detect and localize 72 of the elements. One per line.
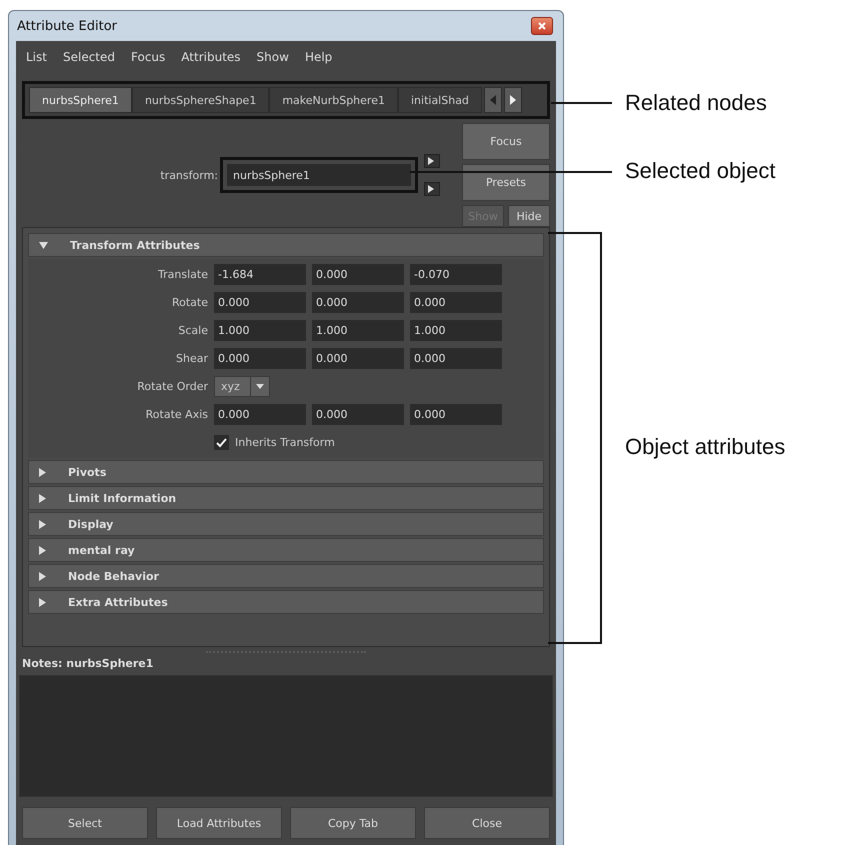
callout-label: Selected object xyxy=(625,158,776,184)
section-header[interactable]: Node Behavior xyxy=(28,564,544,588)
value-field[interactable]: 0.000 xyxy=(312,348,404,369)
output-node-button[interactable] xyxy=(424,182,440,196)
attribute-label: Scale xyxy=(177,324,208,337)
rotate-order-dropdown[interactable]: xyz xyxy=(214,376,270,397)
right-arrow-icon xyxy=(510,95,516,105)
left-arrow-icon xyxy=(490,95,496,105)
node-tab[interactable]: nurbsSphere1 xyxy=(29,87,132,113)
value-field[interactable]: 0.000 xyxy=(312,264,404,285)
callout-label: Related nodes xyxy=(625,90,767,116)
expand-triangle-icon xyxy=(39,494,46,502)
value-field[interactable]: 0.000 xyxy=(214,348,306,369)
attribute-label: Shear xyxy=(175,352,208,365)
value-field[interactable]: 0.000 xyxy=(312,404,404,425)
node-tab[interactable]: initialShad xyxy=(398,87,482,113)
collapse-triangle-icon xyxy=(39,242,48,248)
menu-item[interactable]: Show xyxy=(256,50,289,64)
menu-item[interactable]: Attributes xyxy=(181,50,241,64)
panel-button[interactable]: Hide xyxy=(508,205,550,227)
menu-item[interactable]: Help xyxy=(304,50,332,64)
expand-triangle-icon xyxy=(39,546,46,554)
close-button[interactable] xyxy=(531,17,553,35)
value-field[interactable]: 0.000 xyxy=(312,292,404,313)
section-header[interactable]: Pivots xyxy=(28,460,544,484)
value-field[interactable]: -1.684 xyxy=(214,264,306,285)
close-icon xyxy=(538,22,546,30)
value-field[interactable]: 1.000 xyxy=(312,320,404,341)
value-field[interactable]: -0.070 xyxy=(410,264,502,285)
value-field[interactable]: 0.000 xyxy=(410,404,502,425)
arrow-icon xyxy=(428,185,436,193)
footer-button[interactable]: Close xyxy=(424,807,550,839)
footer-button[interactable]: Select xyxy=(22,807,148,839)
attribute-label: Rotate Axis xyxy=(144,408,208,421)
scroll-right-button[interactable] xyxy=(504,87,522,113)
expand-triangle-icon xyxy=(39,572,46,580)
attribute-label: Translate xyxy=(157,268,208,281)
node-tab[interactable]: makeNurbSphere1 xyxy=(269,87,398,113)
notes-label: Notes: nurbsSphere1 xyxy=(22,657,154,672)
expand-triangle-icon xyxy=(39,598,46,606)
menu-item[interactable]: List xyxy=(26,50,47,64)
section-header[interactable]: Limit Information xyxy=(28,486,544,510)
section-header[interactable]: Transform Attributes xyxy=(28,233,544,257)
section-header[interactable]: mental ray xyxy=(28,538,544,562)
section-header[interactable]: Extra Attributes xyxy=(28,590,544,614)
caret-icon xyxy=(256,384,264,389)
footer-button[interactable]: Copy Tab xyxy=(290,807,416,839)
value-field[interactable]: 0.000 xyxy=(410,292,502,313)
menu-item[interactable]: Focus xyxy=(131,50,166,64)
inherits-transform-checkbox[interactable]: Inherits Transform xyxy=(214,435,335,450)
footer-button[interactable]: Load Attributes xyxy=(156,807,282,839)
attribute-label: Rotate Order xyxy=(136,380,208,393)
input-node-button[interactable] xyxy=(424,154,440,168)
arrow-icon xyxy=(428,157,436,165)
node-type-label: transform: xyxy=(160,168,218,182)
menu-item[interactable]: Selected xyxy=(62,50,116,64)
window-title: Attribute Editor xyxy=(17,18,118,34)
section-header[interactable]: Display xyxy=(28,512,544,536)
value-field[interactable]: 0.000 xyxy=(214,292,306,313)
node-name-field[interactable]: nurbsSphere1 xyxy=(227,164,411,186)
node-tab[interactable]: nurbsSphereShape1 xyxy=(132,87,270,113)
expand-triangle-icon xyxy=(39,468,46,476)
value-field[interactable]: 0.000 xyxy=(214,404,306,425)
value-field[interactable]: 1.000 xyxy=(214,320,306,341)
notes-field[interactable] xyxy=(19,675,553,797)
value-field[interactable]: 1.000 xyxy=(410,320,502,341)
panel-button[interactable]: Presets xyxy=(462,164,550,201)
panel-button[interactable]: Focus xyxy=(462,123,550,160)
callout-label: Object attributes xyxy=(625,434,786,460)
expand-triangle-icon xyxy=(39,520,46,528)
attribute-label: Rotate xyxy=(170,296,208,309)
value-field[interactable]: 0.000 xyxy=(410,348,502,369)
